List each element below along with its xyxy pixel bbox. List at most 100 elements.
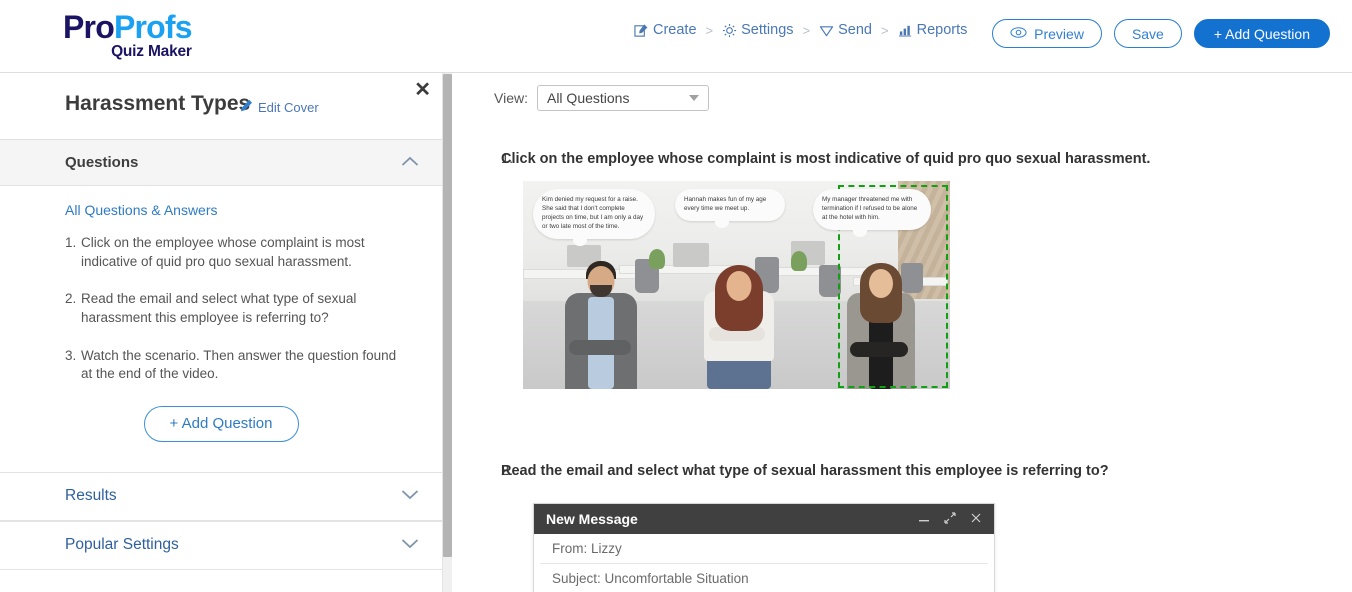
main-content: View: All Questions 1. Click on the empl… bbox=[453, 73, 1352, 592]
employee-3-head bbox=[869, 269, 893, 298]
employee-1-arms bbox=[569, 340, 631, 355]
list-item-number: 2. bbox=[65, 291, 77, 307]
bar-chart-icon bbox=[898, 23, 913, 38]
email-subject-value: Subject: Uncomfortable Situation bbox=[552, 571, 749, 586]
view-filter-select[interactable]: All Questions bbox=[536, 85, 709, 111]
top-actions: Preview Save + Add Question bbox=[992, 19, 1330, 48]
breadcrumb-item-reports[interactable]: Reports bbox=[898, 22, 968, 38]
question-2-heading: 2. Read the email and select what type o… bbox=[453, 463, 1352, 479]
preview-button[interactable]: Preview bbox=[992, 19, 1102, 48]
speech-bubble-1: Kim denied my request for a raise. She s… bbox=[533, 189, 655, 246]
question-1-image-hotspot[interactable]: Kim denied my request for a raise. She s… bbox=[523, 181, 950, 389]
email-window-titlebar: New Message bbox=[534, 504, 994, 534]
list-item[interactable]: 1. Click on the employee whose complaint… bbox=[65, 234, 402, 271]
edit-pencil-icon bbox=[634, 23, 649, 38]
sidebar-section-results[interactable]: Results bbox=[0, 471, 442, 521]
list-item-text: Watch the scenario. Then answer the ques… bbox=[81, 347, 397, 382]
page-title: Harassment Types bbox=[65, 92, 251, 115]
list-item-number: 1. bbox=[65, 235, 77, 250]
close-icon[interactable]: ✕ bbox=[414, 80, 431, 100]
chevron-down-icon[interactable] bbox=[401, 536, 419, 554]
minimize-icon[interactable] bbox=[918, 511, 930, 527]
speech-bubble-1-text: Kim denied my request for a raise. She s… bbox=[542, 196, 644, 230]
speech-bubble-3: My manager threatened me with terminatio… bbox=[813, 189, 931, 237]
employee-3[interactable] bbox=[843, 263, 919, 389]
all-questions-answers-link[interactable]: All Questions & Answers bbox=[65, 202, 218, 218]
question-2-number: 2. bbox=[501, 463, 514, 479]
sidebar-questions-body: All Questions & Answers 1. Click on the … bbox=[0, 186, 442, 442]
email-from-field[interactable]: From: Lizzy bbox=[540, 534, 988, 564]
sidebar-scrollbar-thumb[interactable] bbox=[443, 74, 452, 557]
sidebar-section-popular-settings[interactable]: Popular Settings bbox=[0, 520, 442, 570]
breadcrumb-separator: > bbox=[705, 22, 714, 38]
list-item[interactable]: 3. Watch the scenario. Then answer the q… bbox=[65, 347, 402, 384]
email-from-value: From: Lizzy bbox=[552, 541, 622, 556]
add-question-button-label: + Add Question bbox=[1213, 25, 1310, 42]
save-button[interactable]: Save bbox=[1113, 19, 1182, 48]
sidebar-add-question-wrap: + Add Question bbox=[0, 405, 442, 442]
eye-icon bbox=[1010, 26, 1027, 42]
save-button-label: Save bbox=[1131, 25, 1164, 42]
speech-bubble-3-text: My manager threatened me with terminatio… bbox=[822, 196, 918, 221]
logo-product-name: Quiz Maker bbox=[111, 43, 192, 60]
chevron-down-icon[interactable] bbox=[401, 487, 419, 505]
employee-2[interactable] bbox=[701, 263, 777, 389]
sidebar-add-question-button[interactable]: + Add Question bbox=[143, 405, 299, 442]
speech-bubble-2-text: Hannah makes fun of my age every time we… bbox=[684, 196, 767, 212]
question-block-2: 2. Read the email and select what type o… bbox=[453, 463, 1352, 592]
top-bar: ProProfs Quiz Maker Create > Settings > … bbox=[0, 0, 1352, 73]
logo-pro-text: Pro bbox=[63, 9, 115, 45]
sidebar-section-questions[interactable]: Questions bbox=[0, 139, 442, 186]
sidebar: Harassment Types Edit Cover ✕ Questions … bbox=[0, 73, 443, 592]
plant bbox=[791, 251, 807, 271]
sidebar-header: Harassment Types Edit Cover ✕ bbox=[0, 73, 442, 139]
breadcrumb-item-create[interactable]: Create bbox=[634, 22, 697, 38]
breadcrumb-separator: > bbox=[881, 22, 889, 38]
preview-button-label: Preview bbox=[1034, 25, 1084, 42]
email-window-controls bbox=[918, 511, 982, 527]
list-item[interactable]: 2. Read the email and select what type o… bbox=[65, 290, 402, 327]
breadcrumb-label-create: Create bbox=[653, 22, 697, 38]
question-1-text: Click on the employee whose complaint is… bbox=[501, 151, 1151, 167]
question-1-number: 1. bbox=[501, 151, 514, 167]
employee-2-head bbox=[726, 271, 752, 301]
list-item-number: 3. bbox=[65, 347, 77, 363]
edit-cover-link[interactable]: Edit Cover bbox=[240, 99, 319, 115]
expand-icon[interactable] bbox=[944, 511, 956, 527]
chair bbox=[819, 265, 841, 297]
breadcrumb-label-send: Send bbox=[838, 22, 872, 38]
question-2-text: Read the email and select what type of s… bbox=[501, 463, 1109, 479]
breadcrumb: Create > Settings > Send > Reports bbox=[634, 22, 967, 38]
email-window-title: New Message bbox=[546, 511, 638, 527]
question-2-media: New Message From: Lizzy Subject: Uncomfo… bbox=[453, 503, 1352, 592]
close-icon[interactable] bbox=[970, 511, 982, 527]
edit-cover-label: Edit Cover bbox=[258, 99, 319, 115]
breadcrumb-label-settings: Settings bbox=[741, 22, 794, 38]
breadcrumb-item-settings[interactable]: Settings bbox=[722, 22, 794, 38]
list-item-text: Read the email and select what type of s… bbox=[81, 291, 357, 325]
chevron-up-icon[interactable] bbox=[401, 154, 419, 172]
paper-plane-icon bbox=[819, 23, 834, 38]
breadcrumb-separator: > bbox=[802, 22, 811, 38]
view-filter-label: View: bbox=[494, 90, 528, 106]
breadcrumb-label-reports: Reports bbox=[916, 22, 968, 38]
email-subject-field[interactable]: Subject: Uncomfortable Situation bbox=[540, 564, 988, 592]
breadcrumb-item-send[interactable]: Send bbox=[819, 22, 872, 38]
question-1-heading: 1. Click on the employee whose complaint… bbox=[453, 151, 1352, 167]
view-filter: View: All Questions bbox=[494, 85, 709, 111]
logo-wordmark: ProProfs bbox=[63, 9, 193, 45]
sidebar-section-results-label: Results bbox=[65, 487, 117, 505]
employee-1[interactable] bbox=[563, 261, 639, 389]
pencil-icon bbox=[240, 99, 253, 115]
sidebar-section-popular-settings-label: Popular Settings bbox=[65, 536, 179, 554]
sidebar-question-list: 1. Click on the employee whose complaint… bbox=[0, 234, 442, 384]
plant bbox=[649, 249, 665, 269]
proprofs-logo[interactable]: ProProfs Quiz Maker bbox=[63, 9, 193, 60]
question-block-1: 1. Click on the employee whose complaint… bbox=[453, 151, 1352, 389]
email-compose-window[interactable]: New Message From: Lizzy Subject: Uncomfo… bbox=[533, 503, 995, 592]
add-question-button[interactable]: + Add Question bbox=[1193, 19, 1330, 48]
view-filter-value: All Questions bbox=[546, 90, 630, 106]
speech-bubble-2: Hannah makes fun of my age every time we… bbox=[675, 189, 785, 228]
sidebar-section-questions-label: Questions bbox=[65, 154, 139, 171]
gear-icon bbox=[722, 23, 737, 38]
